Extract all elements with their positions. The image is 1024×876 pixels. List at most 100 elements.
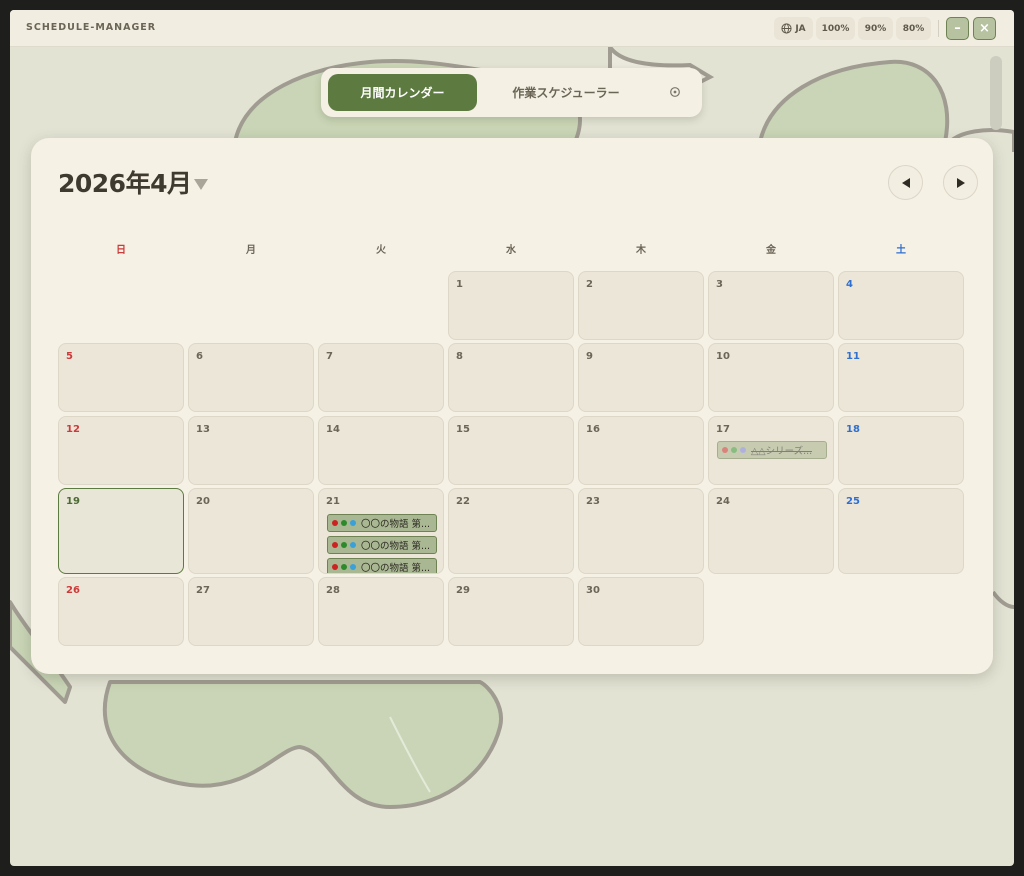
- day-number: 19: [66, 496, 80, 507]
- day-number: 28: [326, 585, 340, 596]
- day-cell[interactable]: 29: [448, 577, 574, 646]
- day-cell[interactable]: 1: [448, 271, 574, 340]
- arrow-right-icon: [956, 177, 965, 188]
- day-cell[interactable]: 2: [578, 271, 704, 340]
- gear-icon: [670, 87, 680, 97]
- day-number: 7: [326, 351, 333, 362]
- settings-button[interactable]: [665, 82, 685, 102]
- day-number: 12: [66, 424, 80, 435]
- caret-down-icon: [194, 179, 208, 190]
- weekday-wed: 水: [506, 245, 516, 256]
- day-cell[interactable]: 30: [578, 577, 704, 646]
- category-dot: [740, 447, 746, 453]
- day-cell[interactable]: 6: [188, 343, 314, 412]
- day-cell[interactable]: 20: [188, 488, 314, 574]
- day-cell[interactable]: 21 〇〇の物語 第... 〇〇の物語 第... 〇〇の物語 第...: [318, 488, 444, 574]
- day-number: 29: [456, 585, 470, 596]
- day-cell[interactable]: 27: [188, 577, 314, 646]
- day-number: 5: [66, 351, 73, 362]
- weekday-tue: 火: [376, 245, 386, 256]
- language-button[interactable]: JA: [774, 17, 813, 40]
- tab-monthly-calendar[interactable]: 月間カレンダー: [328, 74, 477, 111]
- zoom-80-button[interactable]: 80%: [896, 17, 931, 40]
- event-chip[interactable]: 〇〇の物語 第...: [327, 536, 437, 554]
- day-cell[interactable]: 14: [318, 416, 444, 485]
- day-number: 4: [846, 279, 853, 290]
- day-cell[interactable]: 7: [318, 343, 444, 412]
- day-cell[interactable]: 25: [838, 488, 964, 574]
- day-number: 21: [326, 496, 340, 507]
- event-chip[interactable]: 〇〇の物語 第...: [327, 558, 437, 574]
- zoom-100-button[interactable]: 100%: [816, 17, 855, 40]
- category-dot: [341, 542, 347, 548]
- category-dot: [350, 542, 356, 548]
- day-cell[interactable]: 8: [448, 343, 574, 412]
- day-cell-today[interactable]: 19: [58, 488, 184, 574]
- category-dot: [332, 542, 338, 548]
- close-button[interactable]: ×: [973, 17, 996, 40]
- day-cell[interactable]: 5: [58, 343, 184, 412]
- arrow-left-icon: [901, 177, 910, 188]
- app-window: SCHEDULE-MANAGER JA 100% 90% 80% – × 月間カ…: [10, 10, 1014, 866]
- day-cell[interactable]: 10: [708, 343, 834, 412]
- day-number: 14: [326, 424, 340, 435]
- month-dropdown[interactable]: [193, 176, 209, 190]
- globe-icon: [781, 23, 792, 34]
- day-number: 11: [846, 351, 860, 362]
- category-dot: [722, 447, 728, 453]
- day-cell[interactable]: 4: [838, 271, 964, 340]
- event-title: 〇〇の物語 第...: [361, 563, 431, 574]
- day-cell[interactable]: 12: [58, 416, 184, 485]
- event-chip[interactable]: 〇〇の物語 第...: [327, 514, 437, 532]
- day-cell[interactable]: 9: [578, 343, 704, 412]
- event-title: 〇〇の物語 第...: [361, 519, 431, 530]
- minimize-button[interactable]: –: [946, 17, 969, 40]
- language-label: JA: [795, 23, 806, 34]
- category-dot: [341, 520, 347, 526]
- category-dot: [341, 564, 347, 570]
- title-bar: SCHEDULE-MANAGER JA 100% 90% 80% – ×: [10, 10, 1014, 47]
- day-number: 8: [456, 351, 463, 362]
- day-number: 17: [716, 424, 730, 435]
- event-title: △△シリーズ...: [751, 446, 813, 457]
- day-number: 13: [196, 424, 210, 435]
- app-title: SCHEDULE-MANAGER: [26, 22, 157, 33]
- scrollbar-thumb[interactable]: [990, 56, 1002, 130]
- day-cell[interactable]: 13: [188, 416, 314, 485]
- category-dot: [332, 564, 338, 570]
- day-cell[interactable]: 16: [578, 416, 704, 485]
- day-cell[interactable]: 3: [708, 271, 834, 340]
- tab-task-scheduler[interactable]: 作業スケジューラー: [481, 74, 651, 111]
- weekday-sun: 日: [116, 245, 126, 256]
- weekday-thu: 木: [636, 245, 646, 256]
- category-dot: [731, 447, 737, 453]
- event-chip[interactable]: △△シリーズ...: [717, 441, 827, 459]
- day-cell[interactable]: 28: [318, 577, 444, 646]
- day-cell[interactable]: 15: [448, 416, 574, 485]
- day-cell[interactable]: 24: [708, 488, 834, 574]
- prev-month-button[interactable]: [888, 165, 923, 200]
- day-cell[interactable]: 26: [58, 577, 184, 646]
- next-month-button[interactable]: [943, 165, 978, 200]
- day-number: 3: [716, 279, 723, 290]
- day-cell[interactable]: 22: [448, 488, 574, 574]
- zoom-90-button[interactable]: 90%: [858, 17, 893, 40]
- day-number: 24: [716, 496, 730, 507]
- day-number: 2: [586, 279, 593, 290]
- day-cell[interactable]: 17 △△シリーズ...: [708, 416, 834, 485]
- day-number: 30: [586, 585, 600, 596]
- day-cell[interactable]: 18: [838, 416, 964, 485]
- day-number: 27: [196, 585, 210, 596]
- day-number: 20: [196, 496, 210, 507]
- day-cell[interactable]: 11: [838, 343, 964, 412]
- event-title: 〇〇の物語 第...: [361, 541, 431, 552]
- day-number: 16: [586, 424, 600, 435]
- titlebar-divider: [938, 20, 939, 37]
- day-number: 9: [586, 351, 593, 362]
- weekday-fri: 金: [766, 245, 776, 256]
- day-number: 6: [196, 351, 203, 362]
- calendar-panel: 2026年4月 日 月 火 水 木 金 土 1 2 3 4 5 6 7 8 9 …: [31, 138, 993, 674]
- day-number: 1: [456, 279, 463, 290]
- weekday-sat: 土: [896, 245, 906, 256]
- day-cell[interactable]: 23: [578, 488, 704, 574]
